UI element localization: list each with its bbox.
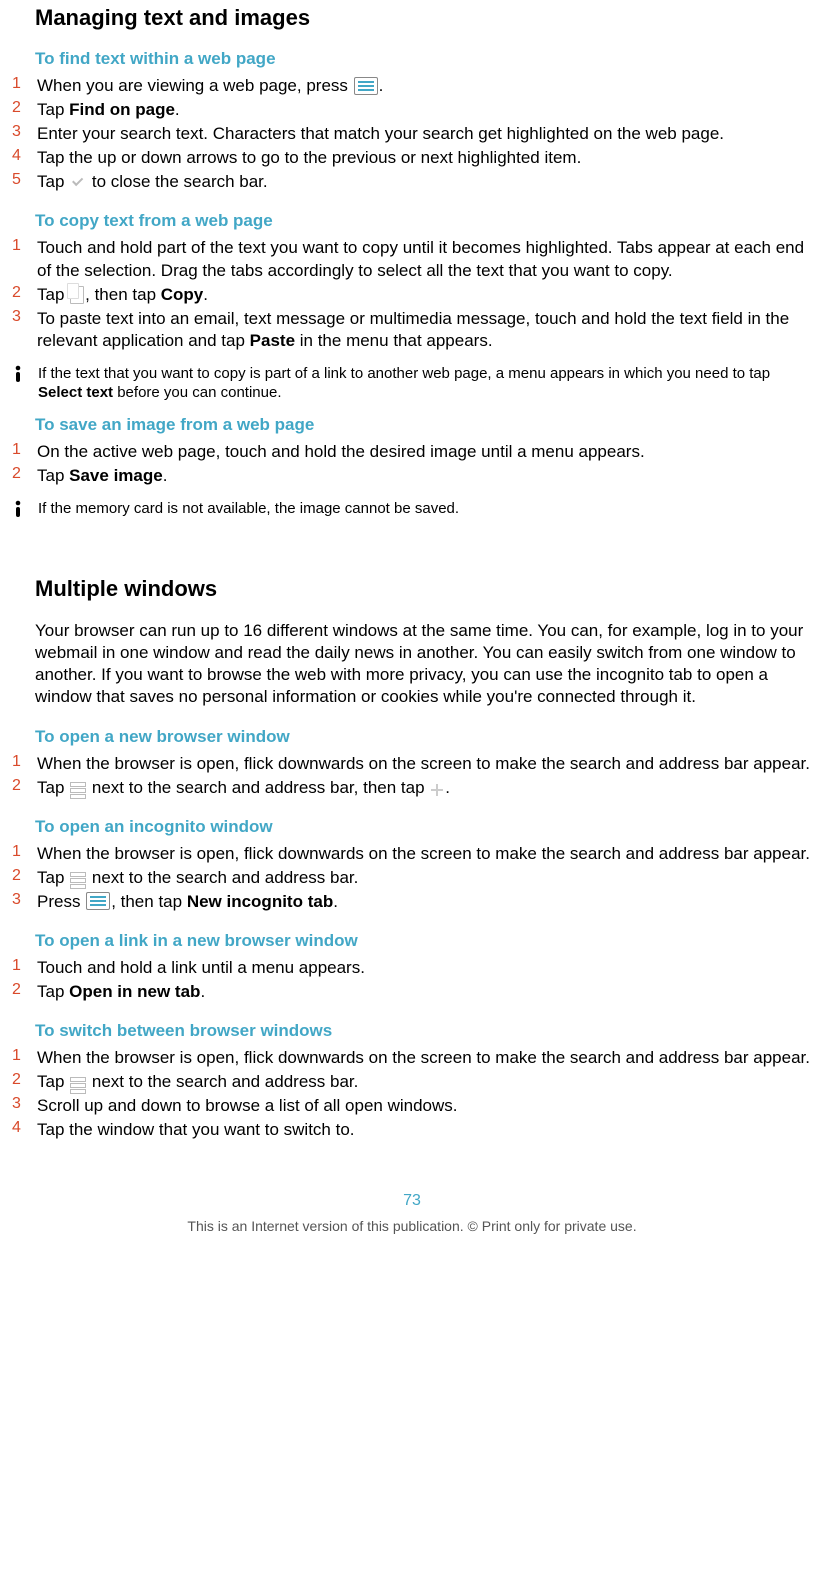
step-text: When you are viewing a web page, press . [37,75,814,97]
subheading-find-text: To find text within a web page [35,49,814,69]
list-item: 5 Tap to close the search bar. [10,171,814,193]
info-icon [10,364,38,388]
step-text: Press , then tap New incognito tab. [37,891,814,913]
step-number: 3 [10,891,37,909]
subheading-switch-windows: To switch between browser windows [35,1021,814,1041]
step-number: 1 [10,957,37,975]
note-text: If the text that you want to copy is par… [38,364,814,403]
step-number: 4 [10,1119,37,1137]
list-item: 2 Tap Save image. [10,465,814,487]
step-text: On the active web page, touch and hold t… [37,441,814,463]
step-number: 2 [10,981,37,999]
windows-icon [70,782,86,796]
step-text: Touch and hold a link until a menu appea… [37,957,814,979]
step-text: Enter your search text. Characters that … [37,123,814,145]
step-number: 1 [10,75,37,93]
list-item: 1 Touch and hold a link until a menu app… [10,957,814,979]
step-text: Tap the window that you want to switch t… [37,1119,814,1141]
list-item: 4 Tap the window that you want to switch… [10,1119,814,1141]
subheading-link-new-window: To open a link in a new browser window [35,931,814,951]
list-item: 2 Tap next to the search and address bar… [10,1071,814,1093]
step-text: Tap next to the search and address bar. [37,867,814,889]
step-number: 1 [10,441,37,459]
note-row: If the memory card is not available, the… [10,499,814,523]
footer-copyright: This is an Internet version of this publ… [10,1218,814,1234]
document-page: Managing text and images To find text wi… [0,5,824,1284]
heading-multiple-windows: Multiple windows [35,576,814,602]
step-number: 2 [10,1071,37,1089]
note-text: If the memory card is not available, the… [38,499,814,519]
step-number: 1 [10,1047,37,1065]
windows-icon [70,872,86,886]
step-number: 2 [10,777,37,795]
list-item: 3 Press , then tap New incognito tab. [10,891,814,913]
intro-paragraph: Your browser can run up to 16 different … [35,620,814,708]
step-text: Tap Find on page. [37,99,814,121]
windows-icon [70,1077,86,1091]
list-item: 2 Tap , then tap Copy. [10,284,814,306]
step-text: Touch and hold part of the text you want… [37,237,814,281]
step-text: Tap Save image. [37,465,814,487]
step-number: 4 [10,147,37,165]
check-icon [70,177,86,191]
list-item: 3 Enter your search text. Characters tha… [10,123,814,145]
list-item: 3 To paste text into an email, text mess… [10,308,814,352]
step-text: Tap Open in new tab. [37,981,814,1003]
step-text: When the browser is open, flick downward… [37,843,814,865]
list-item: 2 Tap next to the search and address bar… [10,867,814,889]
step-number: 2 [10,867,37,885]
step-text: Tap , then tap Copy. [37,284,814,306]
menu-icon [354,77,378,95]
list-item: 4 Tap the up or down arrows to go to the… [10,147,814,169]
step-number: 3 [10,308,37,326]
copy-icon [70,286,84,304]
menu-icon [86,892,110,910]
list-item: 1 When the browser is open, flick downwa… [10,843,814,865]
step-text: Scroll up and down to browse a list of a… [37,1095,814,1117]
list-item: 1 Touch and hold part of the text you wa… [10,237,814,281]
step-text: Tap next to the search and address bar. [37,1071,814,1093]
subheading-save-image: To save an image from a web page [35,415,814,435]
list-item: 2 Tap Open in new tab. [10,981,814,1003]
step-number: 2 [10,465,37,483]
heading-managing: Managing text and images [35,5,814,31]
step-number: 1 [10,237,37,255]
step-number: 2 [10,99,37,117]
step-text: When the browser is open, flick downward… [37,1047,814,1069]
step-text: Tap to close the search bar. [37,171,814,193]
list-item: 3 Scroll up and down to browse a list of… [10,1095,814,1117]
step-text: Tap the up or down arrows to go to the p… [37,147,814,169]
list-item: 2 Tap Find on page. [10,99,814,121]
subheading-copy-text: To copy text from a web page [35,211,814,231]
list-item: 1 When the browser is open, flick downwa… [10,753,814,775]
list-item: 1 When the browser is open, flick downwa… [10,1047,814,1069]
plus-icon [430,783,444,797]
list-item: 2 Tap next to the search and address bar… [10,777,814,799]
list-item: 1 On the active web page, touch and hold… [10,441,814,463]
step-number: 3 [10,123,37,141]
step-text: To paste text into an email, text messag… [37,308,814,352]
subheading-incognito: To open an incognito window [35,817,814,837]
step-text: When the browser is open, flick downward… [37,753,814,775]
step-text: Tap next to the search and address bar, … [37,777,814,799]
step-number: 3 [10,1095,37,1113]
step-number: 5 [10,171,37,189]
note-row: If the text that you want to copy is par… [10,364,814,403]
step-number: 1 [10,843,37,861]
list-item: 1 When you are viewing a web page, press… [10,75,814,97]
step-number: 2 [10,284,37,302]
subheading-new-window: To open a new browser window [35,727,814,747]
info-icon [10,499,38,523]
page-number: 73 [10,1192,814,1210]
step-number: 1 [10,753,37,771]
